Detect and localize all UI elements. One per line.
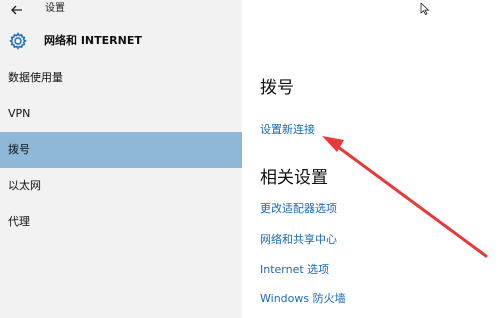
sidebar-item-dialup[interactable]: 拨号 bbox=[0, 132, 242, 168]
content-pane: 拨号 设置新连接 相关设置 更改适配器选项 网络和共享中心 Internet 选… bbox=[242, 0, 500, 318]
left-pane: 设置 网络和 INTERNET 数据使用量 VPN 拨号 以太网 代理 bbox=[0, 0, 242, 318]
change-adapter-options-link[interactable]: 更改适配器选项 bbox=[260, 202, 337, 216]
sidebar-nav: 数据使用量 VPN 拨号 以太网 代理 bbox=[0, 60, 242, 240]
setup-new-connection-link[interactable]: 设置新连接 bbox=[260, 123, 315, 137]
section-title-dialup: 拨号 bbox=[260, 78, 294, 98]
sidebar-item-vpn[interactable]: VPN bbox=[0, 96, 242, 132]
sidebar-item-data-usage[interactable]: 数据使用量 bbox=[0, 60, 242, 96]
window-title: 设置 bbox=[45, 3, 65, 14]
page-title: 网络和 INTERNET bbox=[44, 34, 142, 47]
gear-icon bbox=[8, 31, 28, 51]
section-title-related: 相关设置 bbox=[260, 168, 328, 188]
mouse-pointer-icon bbox=[420, 0, 430, 16]
back-arrow-icon[interactable] bbox=[10, 2, 24, 16]
internet-options-link[interactable]: Internet 选项 bbox=[260, 263, 329, 277]
windows-firewall-link[interactable]: Windows 防火墙 bbox=[260, 292, 346, 306]
sidebar-item-proxy[interactable]: 代理 bbox=[0, 204, 242, 240]
title-bar: 设置 bbox=[0, 0, 242, 20]
network-sharing-center-link[interactable]: 网络和共享中心 bbox=[260, 233, 337, 247]
settings-window: 设置 网络和 INTERNET 数据使用量 VPN 拨号 以太网 代理 拨号 设… bbox=[0, 0, 500, 318]
sidebar-item-ethernet[interactable]: 以太网 bbox=[0, 168, 242, 204]
page-header: 网络和 INTERNET bbox=[0, 28, 242, 54]
